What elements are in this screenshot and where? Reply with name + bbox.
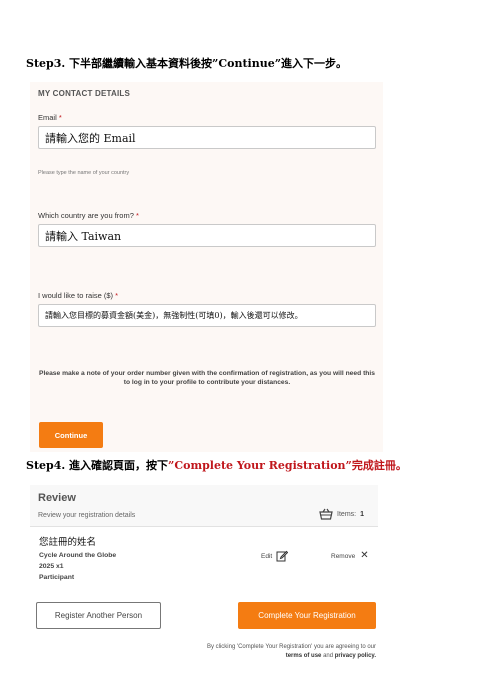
- items-summary: Items: 1: [319, 508, 364, 520]
- items-count: 1: [360, 510, 364, 518]
- privacy-link[interactable]: privacy policy.: [335, 653, 376, 659]
- country-value: 請輸入 Taiwan: [45, 229, 122, 243]
- email-value: 請輸入您的 Email: [45, 131, 136, 145]
- review-header: Review Review your registration details …: [30, 485, 378, 527]
- registration-entry: 您註冊的姓名 Cycle Around the Globe 2025 x1 Pa…: [39, 534, 116, 583]
- register-another-button[interactable]: Register Another Person: [36, 602, 161, 629]
- remove-label: Remove: [331, 552, 356, 560]
- step3-quoted: ”Continue”: [212, 57, 282, 70]
- terms-and: and: [323, 653, 334, 659]
- country-label: Which country are you from? *: [38, 211, 139, 220]
- edit-icon: [276, 550, 289, 562]
- entry-event: Cycle Around the Globe: [39, 552, 117, 559]
- continue-button[interactable]: Continue: [39, 422, 103, 448]
- step4-prefix: Step4.: [26, 459, 66, 472]
- edit-label: Edit: [261, 552, 273, 560]
- review-subtitle: Review your registration details: [38, 512, 136, 519]
- step3-text-before: 下半部繼續輸入基本資料後按: [69, 57, 213, 70]
- required-marker: *: [135, 211, 139, 220]
- country-field[interactable]: 請輸入 Taiwan: [38, 224, 376, 247]
- basket-icon: [319, 508, 333, 520]
- remove-button[interactable]: Remove ✕: [331, 551, 369, 561]
- items-label: Items:: [337, 510, 357, 518]
- edit-button[interactable]: Edit: [261, 550, 289, 562]
- step4-heading: Step4. 進入確認頁面，按下”Complete Your Registrat…: [26, 457, 407, 473]
- terms-link[interactable]: terms of use: [286, 653, 322, 659]
- review-panel: Review Review your registration details …: [30, 485, 378, 665]
- close-icon: ✕: [360, 550, 369, 561]
- required-marker: *: [58, 113, 62, 122]
- raise-value: 請輸入您目標的募資金額(美金)，無強制性(可填0)，輸入後還可以修改。: [45, 311, 303, 320]
- terms-line: By clicking 'Complete Your Registration'…: [206, 644, 376, 650]
- entry-name: 您註冊的姓名: [39, 537, 97, 548]
- step4-text-before: 進入確認頁面，按下: [69, 459, 169, 472]
- review-title: Review: [38, 492, 76, 504]
- step3-prefix: Step3.: [26, 57, 66, 70]
- section-title: MY CONTACT DETAILS: [38, 89, 131, 98]
- contact-details-panel: MY CONTACT DETAILS Email * 請輸入您的 Email P…: [30, 82, 383, 452]
- step4-text-after: 完成註冊。: [351, 459, 407, 472]
- raise-amount-field[interactable]: 請輸入您目標的募資金額(美金)，無強制性(可填0)，輸入後還可以修改。: [38, 304, 376, 327]
- email-field[interactable]: 請輸入您的 Email: [38, 126, 376, 149]
- complete-registration-button[interactable]: Complete Your Registration: [238, 602, 376, 629]
- raise-label: I would like to raise ($) *: [38, 291, 119, 300]
- entry-type: Participant: [39, 574, 75, 581]
- step4-quoted: ”Complete Your Registration”: [168, 459, 352, 472]
- step3-heading: Step3. 下半部繼續輸入基本資料後按”Continue”進入下一步。: [26, 55, 347, 71]
- required-marker: *: [115, 291, 119, 300]
- order-number-note: Please make a note of your order number …: [39, 370, 375, 386]
- email-label: Email *: [38, 113, 62, 122]
- entry-qty: 2025 x1: [39, 563, 64, 570]
- step3-text-after: 進入下一步。: [281, 57, 348, 70]
- terms-notice: By clicking 'Complete Your Registration'…: [150, 643, 376, 661]
- country-hint: Please type the name of your country: [38, 170, 130, 176]
